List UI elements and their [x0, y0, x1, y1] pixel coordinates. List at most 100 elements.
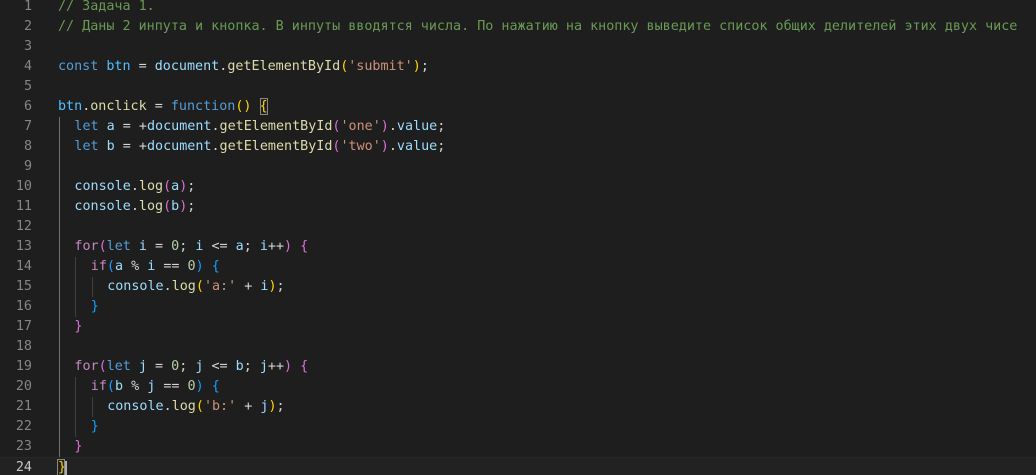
line-number: 14 — [15, 259, 32, 274]
code-line[interactable]: 15 console.log('a:' + i); — [0, 277, 1036, 297]
code-token: ++ — [267, 359, 285, 374]
code-token: log — [171, 399, 196, 414]
code-token: value — [396, 119, 438, 134]
line-number: 3 — [23, 39, 32, 54]
code-token: log — [171, 279, 196, 294]
code-line[interactable]: 22} — [0, 417, 1036, 437]
code-token: 'one' — [340, 119, 381, 134]
indent-guide — [59, 417, 60, 437]
code-token: i — [259, 239, 268, 254]
code-line[interactable]: 17} — [0, 317, 1036, 337]
code-line[interactable]: 5 — [0, 77, 1036, 97]
code-token: % — [123, 379, 148, 394]
indent-guide — [91, 277, 93, 297]
indent-guide — [59, 117, 60, 137]
code-token: . — [130, 179, 139, 194]
indent-guide — [59, 237, 60, 257]
code-token: getElementById — [219, 119, 333, 134]
code-token: const — [58, 59, 99, 74]
code-token: document — [146, 139, 212, 154]
code-token: . — [163, 279, 172, 294]
code-token: { — [300, 359, 309, 374]
code-token: ; — [179, 359, 196, 374]
line-number: 15 — [15, 279, 32, 294]
code-token: } — [90, 299, 99, 314]
line-number: 24 — [15, 460, 32, 475]
line-number: 5 — [23, 79, 32, 94]
code-text: } — [91, 417, 99, 437]
code-line[interactable]: 18 — [0, 337, 1036, 357]
code-line[interactable]: 7 let a = +document.getElementById('one')… — [0, 117, 1036, 137]
line-number: 1 — [23, 0, 32, 14]
code-line[interactable]: 24} — [0, 457, 1036, 475]
code-token: document — [154, 59, 220, 74]
indent-guide — [59, 437, 60, 457]
indent-guide — [75, 377, 77, 397]
indent-guide — [75, 417, 77, 437]
line-number: 2 — [23, 19, 32, 34]
code-line[interactable]: 21 console.log('b:' + j); — [0, 397, 1036, 417]
code-token: a — [171, 179, 180, 194]
code-line[interactable]: 6 btn.onclick = function() { — [0, 97, 1036, 117]
code-line[interactable]: 1 // Задача 1. — [0, 0, 1036, 17]
code-token: ) — [195, 379, 204, 394]
code-token: } — [90, 419, 99, 434]
code-token: if — [90, 259, 107, 274]
code-line[interactable]: 3 — [0, 37, 1036, 57]
code-line[interactable]: 4 const btn = document.getElementById('su… — [0, 57, 1036, 77]
code-text: } — [91, 297, 99, 317]
code-token: ( — [98, 359, 107, 374]
code-line[interactable]: 23} — [0, 437, 1036, 457]
code-text: btn.onclick = function() { — [58, 97, 268, 117]
code-token: . — [163, 399, 172, 414]
code-text: for(let j = 0; j <= b; j++) { — [74, 357, 308, 377]
code-token: . — [211, 139, 220, 154]
code-line[interactable]: 14 if(a % i == 0) { — [0, 257, 1036, 277]
indent-guide — [75, 297, 77, 317]
code-line[interactable]: 19 for(let j = 0; j <= b; j++) { — [0, 357, 1036, 377]
code-token: 0 — [187, 259, 196, 274]
code-token: // Даны 2 инпута и кнопка. В инпуты ввод… — [58, 19, 1018, 34]
code-line[interactable]: 20 if(b % j == 0) { — [0, 377, 1036, 397]
code-token: ( — [98, 239, 107, 254]
line-number: 9 — [23, 159, 32, 174]
code-line[interactable]: 13 for(let i = 0; i <= a; i++) { — [0, 237, 1036, 257]
code-token: 'submit' — [348, 59, 413, 74]
code-line[interactable]: 9 — [0, 157, 1036, 177]
code-token: = — [146, 359, 172, 374]
code-token: log — [138, 179, 164, 194]
code-token: = — [146, 239, 172, 254]
code-token: b — [171, 199, 180, 214]
code-token: ; — [187, 199, 196, 214]
code-token: j — [259, 359, 268, 374]
code-line[interactable]: 11 console.log(b); — [0, 197, 1036, 217]
code-editor[interactable]: 1 // Задача 1. 2 // Даны 2 инпута и кнопка.… — [0, 0, 1036, 475]
code-token: = — [146, 99, 171, 114]
code-line[interactable]: 8 let b = +document.getElementById('two')… — [0, 137, 1036, 157]
code-token: btn — [58, 99, 83, 114]
bracket-match-highlight — [259, 98, 268, 115]
code-token: document — [146, 119, 212, 134]
code-token: . — [211, 119, 220, 134]
code-text: } — [74, 317, 82, 337]
code-token: // Задача 1. — [58, 0, 155, 14]
code-token: b — [235, 359, 244, 374]
code-token: ; — [437, 139, 446, 154]
code-line[interactable]: 16} — [0, 297, 1036, 317]
code-token: b — [114, 379, 124, 394]
code-token: 0 — [171, 359, 180, 374]
code-token: ) — [268, 279, 277, 294]
code-line[interactable]: 2 // Даны 2 инпута и кнопка. В инпуты вво… — [0, 17, 1036, 37]
code-token: 'b:' — [203, 399, 237, 414]
code-line[interactable]: 10 console.log(a); — [0, 177, 1036, 197]
code-token: { — [300, 239, 309, 254]
line-number: 16 — [15, 299, 32, 314]
code-token: console — [107, 279, 164, 294]
line-number: 18 — [15, 339, 32, 354]
code-line[interactable]: 12 — [0, 217, 1036, 237]
